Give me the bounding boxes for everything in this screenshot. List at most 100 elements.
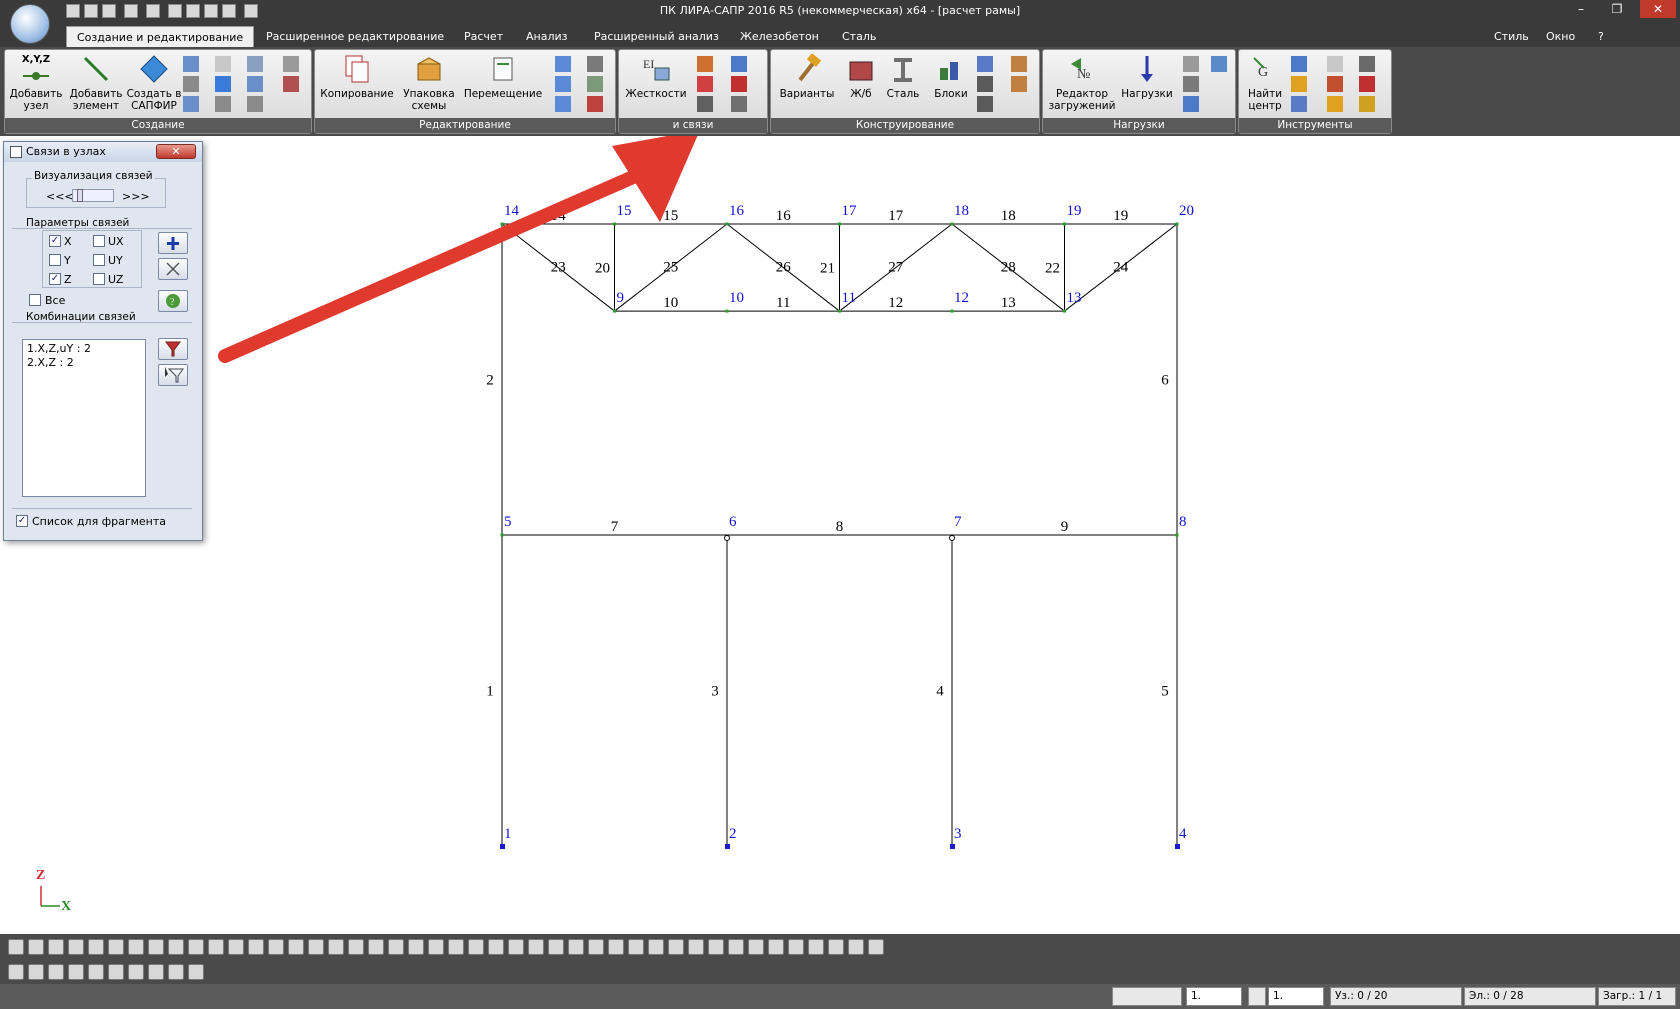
- redo-icon[interactable]: [146, 4, 160, 18]
- status-icons[interactable]: [1112, 987, 1182, 1006]
- projection-tool-icon[interactable]: [48, 964, 64, 980]
- loads-button[interactable]: Нагрузки: [1119, 54, 1175, 100]
- tool-icon-6[interactable]: [1327, 96, 1343, 112]
- node-marker-18[interactable]: [950, 222, 954, 226]
- view-tool-icon[interactable]: [388, 939, 404, 955]
- view-tool-icon[interactable]: [688, 939, 704, 955]
- checkbox-uy[interactable]: [93, 254, 105, 266]
- blocks-button[interactable]: Блоки: [931, 54, 971, 100]
- select-filter-button[interactable]: [158, 364, 188, 386]
- combo-item-1[interactable]: 1.X,Z,uY : 2: [27, 342, 91, 355]
- model-icon[interactable]: [186, 4, 200, 18]
- tool-icon-5[interactable]: [1327, 76, 1343, 92]
- load-icon-3[interactable]: [1183, 96, 1199, 112]
- window-menu[interactable]: Окно: [1546, 26, 1575, 47]
- view-tool-icon[interactable]: [368, 939, 384, 955]
- view-tool-icon[interactable]: [48, 939, 64, 955]
- view-tool-icon[interactable]: [808, 939, 824, 955]
- view-tool-icon[interactable]: [128, 939, 144, 955]
- hand-icon[interactable]: [222, 4, 236, 18]
- checkbox-z[interactable]: ✓: [49, 273, 61, 285]
- node-marker-20[interactable]: [1175, 222, 1179, 226]
- filter-button[interactable]: [158, 338, 188, 360]
- projection-tool-icon[interactable]: [148, 964, 164, 980]
- rigid-insert-icon[interactable]: [731, 76, 747, 92]
- view-tool-icon[interactable]: [68, 939, 84, 955]
- delete-icon[interactable]: [587, 96, 603, 112]
- shell-icon[interactable]: [247, 56, 263, 72]
- floor-icon[interactable]: [183, 96, 199, 112]
- checkbox-x[interactable]: ✓: [49, 235, 61, 247]
- new-file-icon[interactable]: [66, 4, 80, 18]
- view-tool-icon[interactable]: [208, 939, 224, 955]
- load-icon-2[interactable]: [1183, 76, 1199, 92]
- help-button[interactable]: ?: [158, 290, 188, 312]
- view-tool-icon[interactable]: [168, 939, 184, 955]
- view-tool-icon[interactable]: [348, 939, 364, 955]
- print-icon[interactable]: [204, 4, 218, 18]
- node-add-icon[interactable]: [215, 76, 231, 92]
- merge-icon[interactable]: [587, 56, 603, 72]
- node-marker-15[interactable]: [613, 222, 616, 226]
- maximize-button[interactable]: ❐: [1604, 0, 1630, 18]
- view-tool-icon[interactable]: [148, 939, 164, 955]
- view-tool-icon[interactable]: [468, 939, 484, 955]
- stiffness-button[interactable]: EI Жесткости: [623, 54, 689, 100]
- add-node-button[interactable]: X,Y,Z Добавить узел: [9, 54, 63, 112]
- load-icon-1[interactable]: [1183, 56, 1199, 72]
- checkbox-uz[interactable]: [93, 273, 105, 285]
- view-tool-icon[interactable]: [428, 939, 444, 955]
- design-icon-5[interactable]: [1011, 76, 1027, 92]
- view-tool-icon[interactable]: [668, 939, 684, 955]
- variants-button[interactable]: Варианты: [775, 53, 839, 100]
- view-tool-icon[interactable]: [108, 939, 124, 955]
- tab-advanced-edit[interactable]: Расширенное редактирование: [256, 26, 454, 47]
- chart-icon[interactable]: [244, 4, 258, 18]
- node-marker-12[interactable]: [950, 309, 954, 313]
- support-icon[interactable]: [731, 96, 747, 112]
- remove-links-button[interactable]: [158, 258, 188, 280]
- view-tool-icon[interactable]: [288, 939, 304, 955]
- view-tool-icon[interactable]: [328, 939, 344, 955]
- view-tool-icon[interactable]: [8, 939, 24, 955]
- projection-tool-icon[interactable]: [88, 964, 104, 980]
- hinge-marker-7[interactable]: [949, 535, 955, 541]
- node-marker-10[interactable]: [725, 309, 729, 313]
- tool-icon-7[interactable]: [1359, 76, 1375, 92]
- pencil-icon[interactable]: [1248, 987, 1266, 1006]
- view-tool-icon[interactable]: [748, 939, 764, 955]
- design-icon-1[interactable]: [977, 56, 993, 72]
- view-tool-icon[interactable]: [28, 939, 44, 955]
- pack-button[interactable]: Упаковка схемы: [397, 54, 461, 112]
- sum-icon[interactable]: [1359, 56, 1375, 72]
- node-marker-13[interactable]: [1063, 309, 1066, 313]
- tool-icon-8[interactable]: [1359, 96, 1375, 112]
- view-tool-icon[interactable]: [408, 939, 424, 955]
- view-tool-icon[interactable]: [648, 939, 664, 955]
- view-tool-icon[interactable]: [88, 939, 104, 955]
- tab-steel[interactable]: Сталь: [832, 26, 886, 47]
- node-links-icon[interactable]: [697, 96, 713, 112]
- mesh-icon[interactable]: [247, 76, 263, 92]
- projection-tool-icon[interactable]: [68, 964, 84, 980]
- design-icon-4[interactable]: [1011, 56, 1027, 72]
- view-tool-icon[interactable]: [728, 939, 744, 955]
- find-center-button[interactable]: G Найти центр: [1243, 54, 1287, 112]
- tab-rc[interactable]: Железобетон: [730, 26, 829, 47]
- support-marker-4[interactable]: [1175, 844, 1180, 849]
- tab-create-edit[interactable]: Создание и редактирование: [66, 26, 255, 47]
- wave-icon[interactable]: [283, 56, 299, 72]
- copy-button[interactable]: Копирование: [319, 54, 395, 100]
- view-icon[interactable]: [168, 4, 182, 18]
- apply-links-button[interactable]: [158, 232, 188, 254]
- view-tool-icon[interactable]: [848, 939, 864, 955]
- node-marker-5[interactable]: [500, 533, 504, 537]
- projection-tool-icon[interactable]: [108, 964, 124, 980]
- view-tool-icon[interactable]: [868, 939, 884, 955]
- projection-tool-icon[interactable]: [8, 964, 24, 980]
- view-tool-icon[interactable]: [448, 939, 464, 955]
- grid-icon[interactable]: [183, 56, 199, 72]
- projection-tool-icon[interactable]: [128, 964, 144, 980]
- view-tool-icon[interactable]: [508, 939, 524, 955]
- tool-icon-3[interactable]: [1291, 96, 1307, 112]
